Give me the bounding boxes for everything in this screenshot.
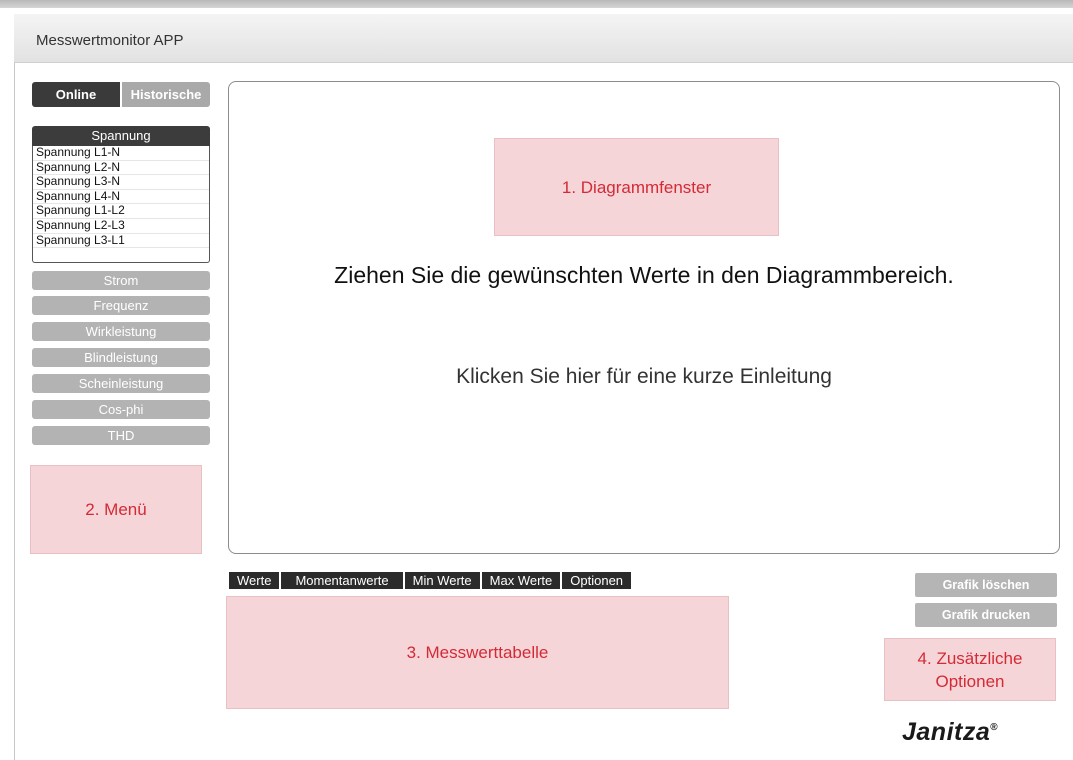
- list-item[interactable]: Spannung L1-N: [33, 145, 209, 161]
- annotation-options: 4. Zusätzliche Optionen: [884, 638, 1056, 701]
- annotation-diagram: 1. Diagrammfenster: [494, 138, 779, 236]
- category-thd[interactable]: THD: [32, 426, 210, 445]
- title-bar: Messwertmonitor APP: [14, 14, 1073, 63]
- intro-link[interactable]: Klicken Sie hier für eine kurze Einleitu…: [229, 365, 1059, 389]
- historical-button[interactable]: Historische: [122, 82, 210, 107]
- top-bar: [0, 0, 1073, 8]
- category-frequenz[interactable]: Frequenz: [32, 296, 210, 315]
- list-item[interactable]: Spannung L2-L3: [33, 218, 209, 234]
- list-item[interactable]: Spannung L4-N: [33, 189, 209, 205]
- table-tabs: Werte Momentanwerte Min Werte Max Werte …: [229, 572, 632, 589]
- category-spannung[interactable]: Spannung: [32, 126, 210, 146]
- category-cos-phi[interactable]: Cos-phi: [32, 400, 210, 419]
- annotation-options-line2: Optionen: [935, 671, 1005, 691]
- online-button[interactable]: Online: [32, 82, 120, 107]
- clear-chart-button[interactable]: Grafik löschen: [915, 573, 1057, 597]
- list-item[interactable]: Spannung L3-L1: [33, 233, 209, 249]
- app-title: Messwertmonitor APP: [36, 32, 184, 49]
- annotation-options-line1: 4. Zusätzliche: [917, 648, 1023, 668]
- janitza-logo: Janitza®: [902, 718, 998, 747]
- list-item[interactable]: Spannung L3-N: [33, 175, 209, 190]
- tab-werte[interactable]: Werte: [229, 572, 280, 589]
- list-item[interactable]: Spannung L2-N: [33, 160, 209, 176]
- spannung-list: Spannung L1-N Spannung L2-N Spannung L3-…: [32, 145, 210, 263]
- tab-max-werte[interactable]: Max Werte: [481, 572, 561, 589]
- left-border: [14, 14, 15, 760]
- print-chart-button[interactable]: Grafik drucken: [915, 603, 1057, 627]
- category-scheinleistung[interactable]: Scheinleistung: [32, 374, 210, 393]
- annotation-table: 3. Messwerttabelle: [226, 596, 729, 709]
- registered-mark: ®: [990, 722, 999, 733]
- list-item[interactable]: Spannung L1-L2: [33, 204, 209, 219]
- diagram-hint: Ziehen Sie die gewünschten Werte in den …: [334, 262, 954, 288]
- diagram-area[interactable]: 1. Diagrammfenster Ziehen Sie die gewüns…: [228, 81, 1060, 554]
- tab-optionen[interactable]: Optionen: [562, 572, 632, 589]
- tab-momentanwerte[interactable]: Momentanwerte: [281, 572, 403, 589]
- tab-min-werte[interactable]: Min Werte: [404, 572, 480, 589]
- category-wirkleistung[interactable]: Wirkleistung: [32, 322, 210, 341]
- mode-toggle: Online Historische: [32, 82, 210, 107]
- brand-name: Janitza: [902, 718, 991, 746]
- category-blindleistung[interactable]: Blindleistung: [32, 348, 210, 367]
- annotation-menu: 2. Menü: [30, 465, 202, 554]
- category-strom[interactable]: Strom: [32, 271, 210, 290]
